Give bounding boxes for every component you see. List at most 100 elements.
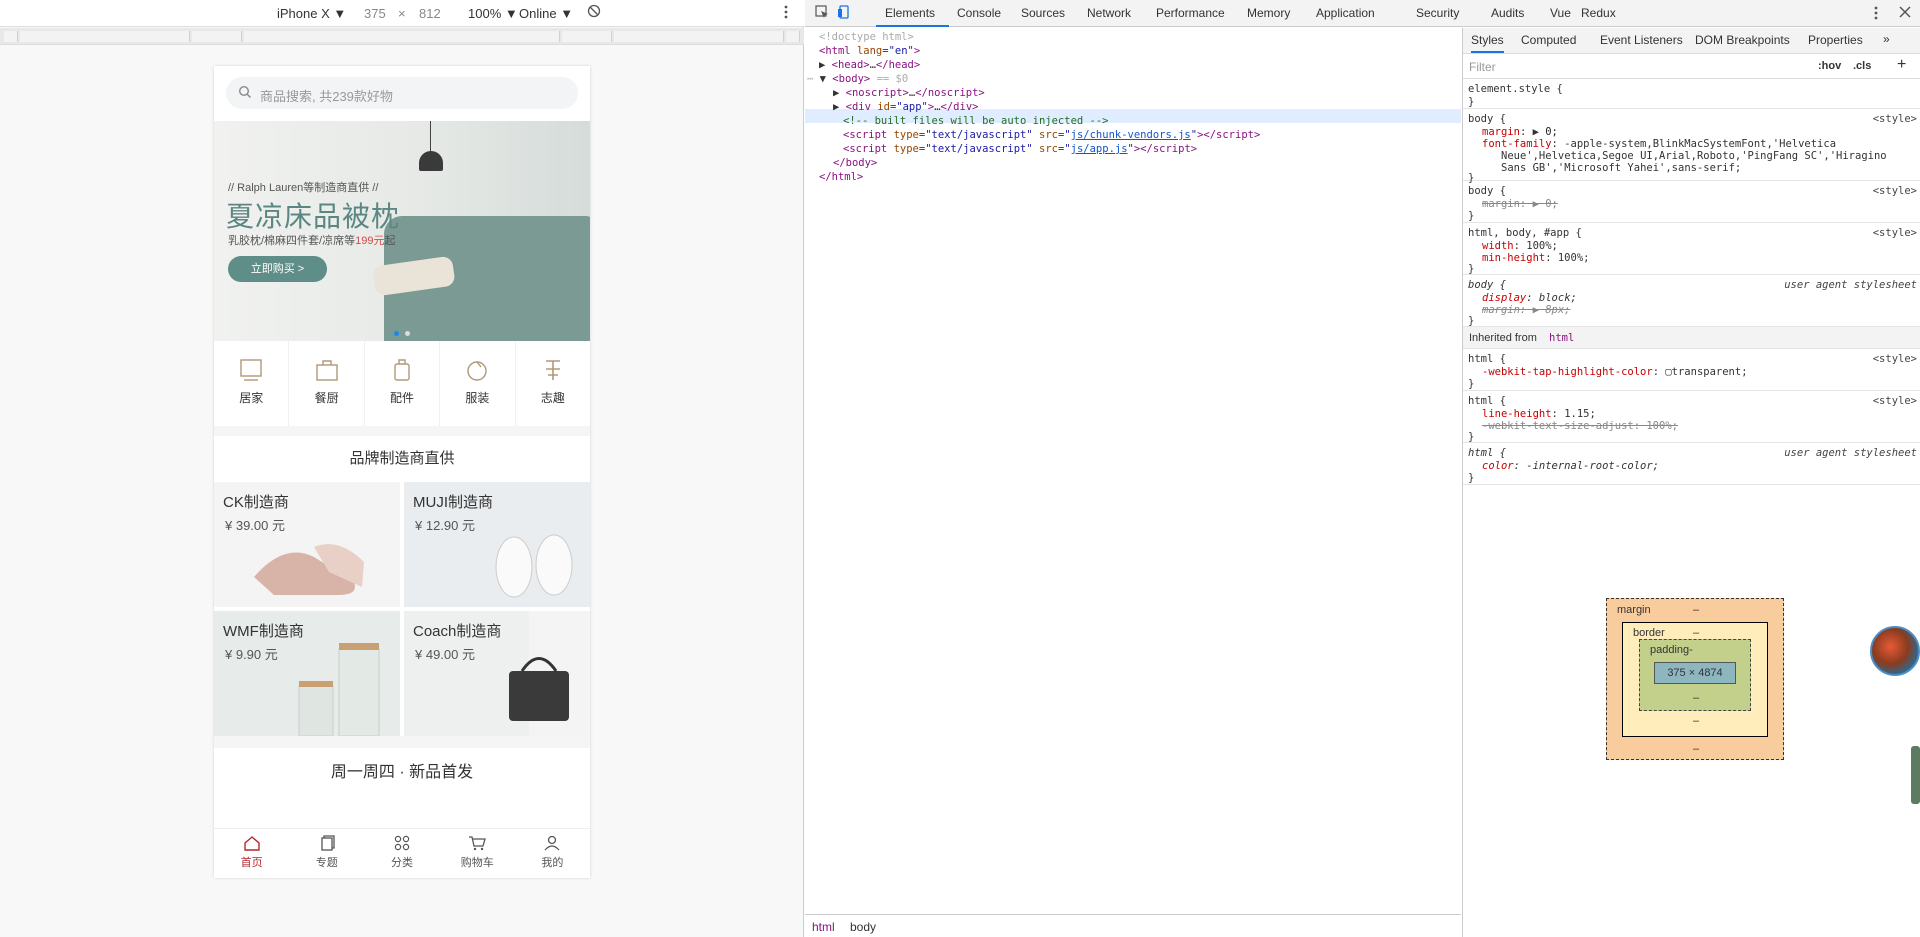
tab-performance[interactable]: Performance <box>1156 6 1225 20</box>
side-panel-handle[interactable] <box>1911 746 1920 804</box>
box-model-padding: padding- 375 × 4874 – <box>1639 639 1751 711</box>
category-nav: 居家 餐厨 配件 服装 志趣 <box>214 341 590 426</box>
new-arrivals-title: 周一周四 · 新品首发 <box>214 748 590 798</box>
styles-sidebar: Styles Computed Event Listeners DOM Brea… <box>1462 28 1920 937</box>
brand-price: ¥ 49.00 元 <box>415 647 475 662</box>
style-rule[interactable]: html {user agent stylesheet color: -inte… <box>1463 443 1920 485</box>
box-model-content: 375 × 4874 <box>1654 662 1736 684</box>
style-rule[interactable]: body {<style> margin: ▶ 0; } <box>1463 181 1920 223</box>
devtools-menu-icon[interactable] <box>1874 6 1878 23</box>
device-toggle-icon[interactable] <box>837 5 851 22</box>
tab-profile[interactable]: 我的 <box>515 829 590 878</box>
apparel-icon <box>467 361 488 381</box>
hobby-icon <box>545 360 560 380</box>
styles-filter-input[interactable]: Filter <box>1469 60 1496 74</box>
style-rule[interactable]: html {<style> line-height: 1.15; -webkit… <box>1463 391 1920 443</box>
tab-topics[interactable]: 专题 <box>289 829 364 878</box>
style-rule[interactable]: body {user agent stylesheet display: blo… <box>1463 275 1920 327</box>
carousel-dot[interactable] <box>405 331 410 336</box>
tab-security[interactable]: Security <box>1416 6 1459 20</box>
brand-section-title: 品牌制造商直供 <box>214 436 590 482</box>
tab-computed[interactable]: Computed <box>1521 33 1576 47</box>
device-emulation-pane: iPhone X ▼ 375 × 812 100% ▼ Online ▼ 商品搜… <box>0 0 804 937</box>
tab-dom-breakpoints[interactable]: DOM Breakpoints <box>1695 33 1790 47</box>
zoom-select[interactable]: 100% ▼ <box>468 6 518 21</box>
tab-redux[interactable]: Redux <box>1581 6 1616 20</box>
category-home[interactable]: 居家 <box>214 341 290 426</box>
inspect-element-icon[interactable] <box>815 5 829 22</box>
tab-memory[interactable]: Memory <box>1247 6 1290 20</box>
device-toolbar: iPhone X ▼ 375 × 812 100% ▼ Online ▼ <box>0 0 804 27</box>
tab-properties[interactable]: Properties <box>1808 33 1863 47</box>
close-icon[interactable] <box>1899 6 1911 21</box>
topics-icon <box>321 835 335 851</box>
more-options-icon[interactable] <box>784 5 788 22</box>
tab-network[interactable]: Network <box>1087 6 1131 20</box>
brand-name: MUJI制造商 <box>413 494 493 511</box>
category-accessories[interactable]: 配件 <box>365 341 441 426</box>
more-tabs-icon[interactable]: » <box>1883 32 1890 46</box>
promo-banner[interactable]: // Ralph Lauren等制造商直供 // 夏凉床品被枕 乳胶枕/棉麻四件… <box>214 121 590 341</box>
brand-name: CK制造商 <box>223 494 289 511</box>
dimension-separator: × <box>398 6 406 21</box>
category-hobby[interactable]: 志趣 <box>516 341 590 426</box>
brand-card[interactable]: MUJI制造商 ¥ 12.90 元 <box>404 482 590 607</box>
tab-vue[interactable]: Vue <box>1550 6 1571 20</box>
brand-price: ¥ 12.90 元 <box>415 518 475 533</box>
search-icon <box>238 85 252 102</box>
style-rule[interactable]: body {<style> margin: ▶ 0; font-family: … <box>1463 109 1920 184</box>
device-width-input[interactable]: 375 <box>364 6 386 21</box>
devtools-tab-bar: Elements Console Sources Network Perform… <box>805 0 1920 27</box>
search-placeholder: 商品搜索, 共239款好物 <box>260 89 393 104</box>
tab-cart[interactable]: 购物车 <box>440 829 515 878</box>
brand-card[interactable]: WMF制造商 ¥ 9.90 元 <box>214 611 400 736</box>
categories-icon <box>394 835 410 851</box>
brand-price: ¥ 39.00 元 <box>225 518 285 533</box>
buy-now-button[interactable]: 立即购买 > <box>228 256 327 282</box>
brand-card[interactable]: Coach制造商 ¥ 49.00 元 <box>404 611 590 736</box>
tab-event-listeners[interactable]: Event Listeners <box>1600 33 1683 47</box>
network-throttle-select[interactable]: Online ▼ <box>519 6 573 21</box>
user-icon <box>544 835 560 851</box>
devtools-panel: Elements Console Sources Network Perform… <box>805 0 1920 937</box>
tab-elements[interactable]: Elements <box>885 6 935 20</box>
brand-name: WMF制造商 <box>223 623 304 640</box>
device-height-input[interactable]: 812 <box>419 6 441 21</box>
carousel-dot-active[interactable] <box>394 331 399 336</box>
hov-toggle[interactable]: :hov <box>1818 60 1841 72</box>
rotate-icon[interactable] <box>587 4 601 21</box>
luggage-icon <box>394 359 410 381</box>
tab-application[interactable]: Application <box>1316 6 1375 20</box>
canisters-image <box>298 643 380 736</box>
slippers-image <box>495 534 573 598</box>
breadcrumb-html[interactable]: html <box>812 920 835 934</box>
inherited-from-header: Inherited from html <box>1463 327 1920 349</box>
box-model-diagram: margin – – border – padding- 375 × 4874 … <box>1606 598 1784 760</box>
floating-avatar[interactable] <box>1870 626 1920 676</box>
style-rule[interactable]: html {<style> -webkit-tap-highlight-colo… <box>1463 349 1920 391</box>
carousel-indicators <box>394 324 416 339</box>
search-bar: 商品搜索, 共239款好物 <box>214 66 590 121</box>
style-rule[interactable]: html, body, #app {<style> width: 100%; m… <box>1463 223 1920 275</box>
tab-categories[interactable]: 分类 <box>364 829 439 878</box>
lamp-image <box>419 151 443 171</box>
tab-audits[interactable]: Audits <box>1491 6 1524 20</box>
category-apparel[interactable]: 服装 <box>440 341 516 426</box>
tab-styles[interactable]: Styles <box>1471 33 1504 53</box>
tab-console[interactable]: Console <box>957 6 1001 20</box>
add-rule-icon[interactable]: + <box>1897 56 1906 74</box>
brand-price: ¥ 9.90 元 <box>225 647 278 662</box>
brand-card[interactable]: CK制造商 ¥ 39.00 元 <box>214 482 400 607</box>
elements-dom-tree[interactable]: <!doctype html> <html lang="en"> ▶ <head… <box>805 28 1461 914</box>
inherited-tag-link[interactable]: html <box>1549 332 1574 344</box>
tab-home[interactable]: 首页 <box>214 829 289 878</box>
banner-description: 乳胶枕/棉麻四件套/凉席等199元起 <box>228 235 396 247</box>
cls-toggle[interactable]: .cls <box>1853 60 1871 72</box>
tab-sources[interactable]: Sources <box>1021 6 1065 20</box>
media-query-ruler[interactable] <box>0 28 804 45</box>
breadcrumb-body[interactable]: body <box>850 920 876 934</box>
device-select[interactable]: iPhone X ▼ <box>277 6 346 21</box>
style-rule[interactable]: element.style {} <box>1463 79 1920 109</box>
search-input[interactable]: 商品搜索, 共239款好物 <box>226 77 578 109</box>
category-kitchen[interactable]: 餐厨 <box>289 341 365 426</box>
